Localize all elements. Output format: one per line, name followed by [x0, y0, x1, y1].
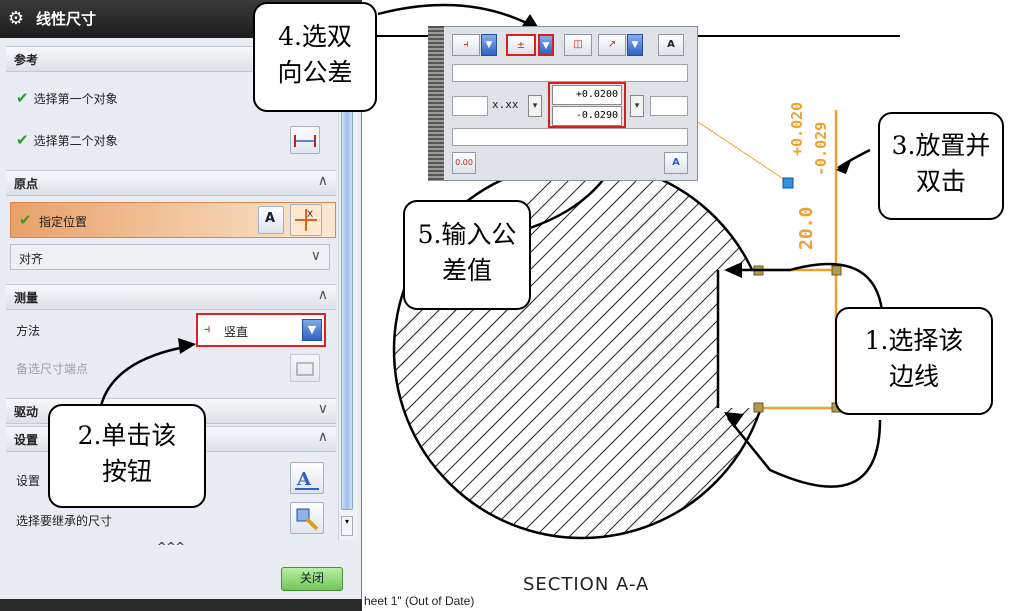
- prefix-text-field[interactable]: [452, 64, 688, 82]
- text-settings-button[interactable]: A: [258, 206, 284, 234]
- tolerance-highlight-box: [548, 82, 626, 128]
- svg-text:X: X: [307, 210, 313, 220]
- alternate-endpoint-label: 备选尺寸端点: [16, 362, 89, 376]
- tolerance-type-dropdown[interactable]: ▼: [538, 34, 554, 56]
- origin-handle[interactable]: [782, 177, 794, 189]
- dimension-object-button[interactable]: [290, 126, 320, 154]
- select-second-object-label: 选择第二个对象: [33, 134, 118, 148]
- dimension-value[interactable]: 20.0: [796, 207, 817, 250]
- dimension-upper-tolerance[interactable]: +0.020: [788, 102, 806, 156]
- dropdown-arrow-icon[interactable]: ▼: [302, 319, 322, 341]
- chevron-up-icon[interactable]: ∧: [318, 287, 328, 303]
- callout-4: 4.选双 向公差: [253, 2, 377, 112]
- dialog-bottom-bar: [0, 599, 362, 611]
- callout-5: 5.输入公 差值: [403, 200, 531, 310]
- callout-5-line-2: 差值: [441, 256, 492, 285]
- suffix-text-field[interactable]: [452, 128, 688, 146]
- callout-3-line-2: 双击: [915, 167, 966, 196]
- settings-a-button[interactable]: A: [664, 152, 688, 174]
- callout-4-line-1: 4.选双: [278, 22, 352, 51]
- callout-1-line-2: 边线: [888, 362, 939, 391]
- linear-dim-icon: [294, 135, 316, 147]
- callout-1: 1.选择该 边线: [835, 307, 993, 415]
- origin-tool-button[interactable]: X: [290, 204, 322, 236]
- settings-button[interactable]: A: [290, 462, 324, 494]
- toolbar-grip[interactable]: [428, 26, 444, 181]
- method-value: 竖直: [224, 325, 249, 339]
- text-style-button[interactable]: A: [658, 34, 684, 56]
- settings-item-label: 设置: [16, 474, 41, 488]
- specify-location-label: 指定位置: [39, 215, 88, 229]
- scroll-down-icon[interactable]: ▾: [341, 516, 353, 536]
- inherit-dimension-button[interactable]: [290, 502, 324, 534]
- check-icon: ✔: [16, 131, 29, 149]
- arrow-style-button[interactable]: ↗: [598, 34, 626, 56]
- edge-handle[interactable]: [753, 402, 764, 413]
- toolbar-leader: [697, 121, 789, 183]
- align-label: 对齐: [19, 252, 44, 266]
- vertical-dim-icon: ⫞: [463, 39, 469, 50]
- sheet-status: heet 1" (Out of Date): [364, 594, 474, 608]
- callout-2-line-2: 按钮: [101, 457, 152, 486]
- crosshair-icon: X: [295, 209, 317, 231]
- svg-text:A: A: [296, 469, 312, 490]
- select-second-object-row[interactable]: ✔ 选择第二个对象: [16, 130, 118, 149]
- tolerance-type-button[interactable]: ±: [506, 34, 536, 56]
- tolerance-precision-dropdown[interactable]: ▾: [630, 95, 644, 117]
- callout-4-line-2: 向公差: [277, 58, 353, 87]
- select-first-object-label: 选择第一个对象: [33, 92, 118, 106]
- expand-more-toggle[interactable]: ^^^: [6, 540, 336, 556]
- dim-type-dropdown[interactable]: ▼: [481, 34, 497, 56]
- callout-3: 3.放置并 双击: [878, 112, 1004, 220]
- inherit-brush-icon: [296, 508, 319, 531]
- chevron-up-icon[interactable]: ∧: [318, 429, 328, 445]
- endpoint-icon: [296, 362, 314, 376]
- section-origin-label: 原点: [14, 177, 39, 191]
- precision-icon: ◫: [573, 39, 583, 50]
- format-label: x.xx: [492, 98, 519, 111]
- value-field[interactable]: [452, 96, 488, 116]
- chevron-up-icon[interactable]: ∧: [318, 173, 328, 189]
- tolerance-extra-field[interactable]: [650, 96, 688, 116]
- alternate-endpoint-button[interactable]: [290, 354, 320, 382]
- section-measurement-header[interactable]: 测量 ∧: [6, 284, 336, 310]
- text-a-icon: A: [265, 211, 276, 226]
- arrow-style-icon: ↗: [607, 39, 617, 50]
- dim-type-button[interactable]: ⫞: [452, 34, 480, 56]
- select-first-object-row[interactable]: ✔ 选择第一个对象: [16, 88, 118, 107]
- arrow-style-dropdown[interactable]: ▼: [627, 34, 643, 56]
- check-icon: ✔: [19, 211, 32, 229]
- callout-5-line-1: 5.输入公: [417, 220, 517, 249]
- keyway-cut: [718, 270, 836, 408]
- callout-2: 2.单击该 按钮: [48, 404, 206, 508]
- callout-1-line-1: 1.选择该: [864, 326, 964, 355]
- callout-3-line-1: 3.放置并: [891, 131, 991, 160]
- decimal-button[interactable]: 0.00: [452, 152, 476, 174]
- precision-button[interactable]: ◫: [564, 34, 592, 56]
- align-dropdown[interactable]: 对齐 ∨: [10, 244, 330, 270]
- callout-2-line-1: 2.单击该: [77, 421, 177, 450]
- section-label: SECTION A-A: [523, 574, 649, 595]
- edge-handle[interactable]: [831, 265, 842, 276]
- format-dropdown[interactable]: ▾: [528, 95, 542, 117]
- section-reference-label: 参考: [14, 53, 39, 67]
- method-label: 方法: [16, 324, 41, 338]
- chevron-down-icon[interactable]: ∨: [318, 401, 328, 417]
- section-drive-label: 驱动: [14, 405, 39, 419]
- specify-location-row[interactable]: ✔ 指定位置: [10, 202, 336, 238]
- check-icon: ✔: [16, 89, 29, 107]
- settings-a-icon: A: [295, 469, 319, 490]
- settings-a-icon: A: [672, 157, 680, 168]
- section-settings-label: 设置: [14, 433, 39, 447]
- section-measurement-label: 测量: [14, 291, 39, 305]
- bilateral-tolerance-icon: ±: [516, 40, 526, 51]
- close-button[interactable]: 关闭: [281, 567, 343, 591]
- dialog-title: 线性尺寸: [36, 10, 97, 28]
- chevron-down-icon: ∨: [310, 248, 321, 264]
- dimension-lower-tolerance[interactable]: -0.029: [812, 122, 830, 176]
- section-origin-header[interactable]: 原点 ∧: [6, 170, 336, 196]
- gear-icon[interactable]: ⚙: [6, 9, 26, 29]
- inherit-dimension-label: 选择要继承的尺寸: [16, 514, 113, 528]
